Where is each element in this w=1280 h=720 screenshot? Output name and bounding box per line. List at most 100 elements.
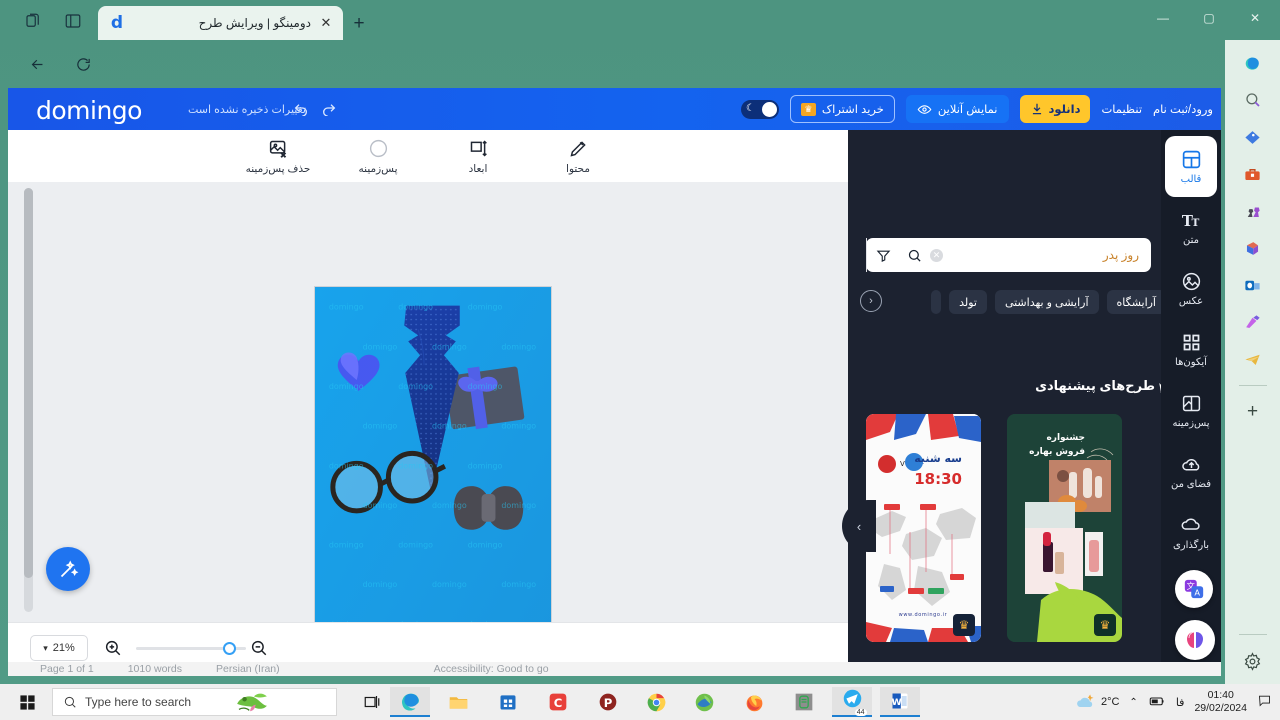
file-explorer-icon[interactable] <box>438 687 478 717</box>
sidebar-item-image[interactable]: عکس <box>1161 258 1221 319</box>
search-icon[interactable] <box>900 248 928 263</box>
settings-icon[interactable] <box>1238 646 1268 676</box>
clock[interactable]: 01:40 29/02/2024 <box>1194 689 1247 715</box>
chrome-icon[interactable] <box>636 687 676 717</box>
svg-text:domingo: domingo <box>501 580 536 589</box>
tool-content[interactable]: محتوا <box>542 138 614 175</box>
login-register-link[interactable]: ورود/ثبت نام <box>1153 102 1213 116</box>
sidebar-item-icons[interactable]: آیکون‌ها <box>1161 319 1221 380</box>
sidebar-item-background[interactable]: پس‌زمینه <box>1161 380 1221 441</box>
tool-dimensions[interactable]: ابعاد <box>442 138 514 175</box>
p-app-icon[interactable]: P <box>588 687 628 717</box>
subscribe-button[interactable]: خرید اشتراک ♛ <box>789 95 895 123</box>
template-card-cosmetics[interactable]: جشنواره فروش بهاره ♛ <box>1007 414 1122 642</box>
svg-text:سه شنبه: سه شنبه <box>914 452 962 465</box>
show-hidden-icons[interactable]: ⌃ <box>1129 697 1137 708</box>
clear-icon[interactable]: ✕ <box>930 248 943 262</box>
notifications-icon[interactable] <box>1257 693 1272 711</box>
new-tab-button[interactable]: + <box>348 13 370 35</box>
tool-dimensions-label: ابعاد <box>468 162 488 175</box>
sidebar-item-template[interactable]: قالب <box>1165 136 1217 197</box>
svg-text:domingo: domingo <box>501 422 536 431</box>
translate-floating-button[interactable]: 文 A <box>1175 570 1213 608</box>
canvas-area[interactable]: domingo domingo domingo domingo domingo domi… <box>8 182 848 674</box>
edge-icon[interactable] <box>390 687 430 717</box>
outlook-icon[interactable] <box>1238 270 1268 300</box>
firefox-icon[interactable] <box>734 687 774 717</box>
sidebar-label-upload: بارگذاری <box>1172 539 1210 551</box>
online-preview-button[interactable]: نمایش آنلاین <box>905 95 1009 123</box>
canvas-vertical-scrollbar[interactable] <box>24 188 33 612</box>
sidebar-label-icons: آیکون‌ها <box>1175 356 1207 368</box>
weather-widget[interactable]: 2°C <box>1076 692 1119 712</box>
template-card-football[interactable]: V سه شنبه 18:30 www.domingo.ir ♛ <box>866 414 981 642</box>
tool-background[interactable]: پس‌زمینه <box>342 138 414 175</box>
zoom-select[interactable]: ▾ 21% <box>30 635 88 661</box>
minimize-button[interactable]: — <box>1140 0 1186 36</box>
filter-icon[interactable] <box>866 238 900 272</box>
svg-text:domingo: domingo <box>501 342 536 351</box>
telegram-icon[interactable]: 44 <box>832 687 872 717</box>
panel-collapse-handle[interactable]: ‹ <box>842 500 876 552</box>
office-icon[interactable] <box>1238 233 1268 263</box>
sidebar-item-text[interactable]: TT متن <box>1161 197 1221 258</box>
scrollbar-thumb[interactable] <box>24 188 33 578</box>
chip-more[interactable] <box>931 290 942 314</box>
download-button[interactable]: دانلود <box>1019 95 1091 123</box>
c-app-icon[interactable]: C <box>538 687 578 717</box>
search-icon[interactable] <box>1238 85 1268 115</box>
app-logo[interactable]: domingo <box>36 96 142 125</box>
design-canvas[interactable]: domingo domingo domingo domingo domingo domi… <box>314 286 552 674</box>
copilot-icon[interactable] <box>1238 48 1268 78</box>
cloud-upload-icon <box>1181 454 1202 476</box>
chip-salon[interactable]: آرایشگاه <box>1106 290 1166 314</box>
tab-close-icon[interactable]: ✕ <box>317 14 335 32</box>
tab-actions-icon[interactable] <box>62 10 84 32</box>
undo-icon[interactable] <box>293 100 309 121</box>
tools-icon[interactable] <box>1238 159 1268 189</box>
zoom-out-icon[interactable] <box>248 637 270 659</box>
telegram-icon[interactable] <box>1238 344 1268 374</box>
svg-text:P: P <box>604 696 613 710</box>
chip-cosmetics[interactable]: آرایشی و بهداشتی <box>994 290 1099 314</box>
start-button[interactable] <box>8 688 46 716</box>
ai-floating-button[interactable] <box>1175 620 1215 660</box>
maximize-button[interactable]: ▢ <box>1186 0 1232 36</box>
task-view-icon[interactable] <box>352 687 392 717</box>
refresh-icon[interactable] <box>68 49 98 79</box>
system-tray: 2°C ⌃ فا 01:40 29/02/2024 <box>1076 684 1272 720</box>
word-icon[interactable]: W <box>880 687 920 717</box>
magic-wand-button[interactable] <box>46 547 90 591</box>
taskbar-search[interactable]: Type here to search <box>52 688 337 716</box>
games-icon[interactable] <box>1238 196 1268 226</box>
settings-link[interactable]: تنظیمات <box>1101 102 1142 116</box>
sidebar-item-upload[interactable]: بارگذاری <box>1161 502 1221 563</box>
chip-birthday[interactable]: تولد <box>949 290 987 314</box>
sidebar-item-my-space[interactable]: فضای من <box>1161 441 1221 502</box>
zoom-slider-knob[interactable] <box>223 642 236 655</box>
search-input[interactable] <box>943 248 1151 262</box>
template-search-bar[interactable]: ✕ <box>866 238 1151 272</box>
browser-tab[interactable]: ✕ دومینگو | ویرایش طرح d <box>98 6 343 40</box>
chevron-down-icon: ▾ <box>43 642 48 653</box>
back-icon[interactable] <box>22 49 52 79</box>
designer-icon[interactable] <box>1238 307 1268 337</box>
green-app-icon[interactable] <box>784 687 824 717</box>
crown-icon: ♛ <box>953 614 975 636</box>
chips-prev-icon[interactable]: ‹ <box>860 290 882 312</box>
close-button[interactable]: ✕ <box>1232 0 1278 36</box>
ime-indicator[interactable]: فا <box>1176 696 1185 709</box>
workspaces-icon[interactable] <box>22 10 44 32</box>
tool-remove-background[interactable]: حذف پس‌زمینه <box>242 138 314 175</box>
toggle-knob <box>761 101 777 117</box>
zoom-in-icon[interactable] <box>102 637 124 659</box>
idm-icon[interactable] <box>684 687 724 717</box>
sidebar-label-my-space: فضای من <box>1170 478 1212 490</box>
store-icon[interactable] <box>488 687 528 717</box>
shopping-icon[interactable] <box>1238 122 1268 152</box>
redo-icon[interactable] <box>321 100 337 121</box>
battery-icon[interactable] <box>1148 692 1166 713</box>
add-icon[interactable]: + <box>1238 397 1268 427</box>
svg-text:domingo: domingo <box>432 501 467 510</box>
theme-toggle[interactable]: ☾ <box>740 99 779 119</box>
